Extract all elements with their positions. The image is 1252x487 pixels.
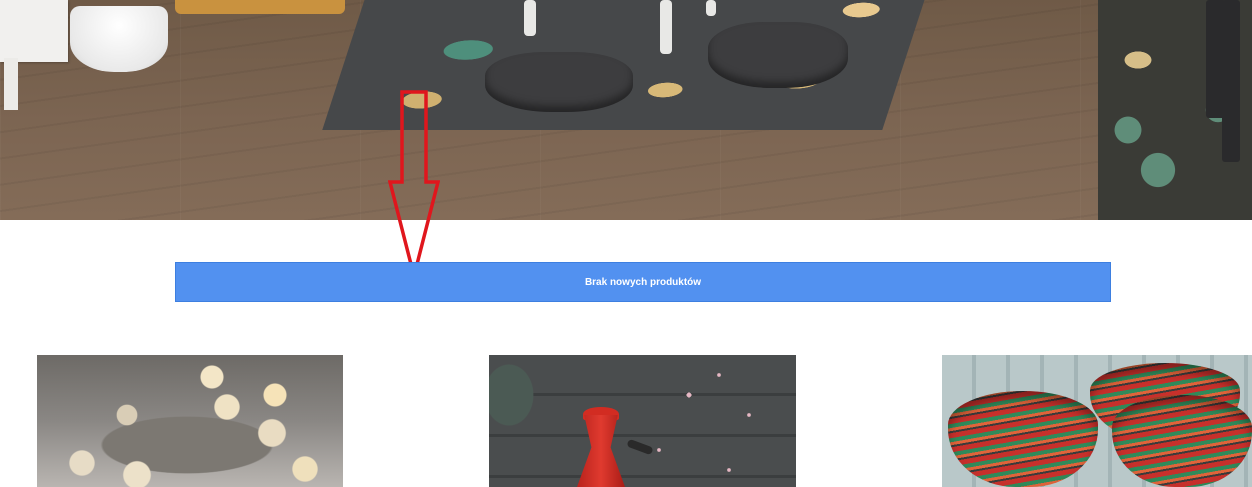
category-tile-baskets[interactable] [942, 355, 1252, 487]
floor-cushion [485, 52, 633, 112]
no-new-products-button[interactable]: Brak nowych produktów [175, 262, 1111, 302]
floor-cushion [708, 22, 848, 88]
hero-banner-image [0, 0, 1252, 220]
cabinet-leg [4, 58, 18, 110]
coffee-pot [577, 415, 625, 487]
chair-leg [524, 0, 536, 36]
page: Brak nowych produktów [0, 0, 1252, 487]
table-leg [1222, 0, 1240, 162]
coffee-pot-handle [626, 438, 654, 456]
category-tile-lights[interactable] [37, 355, 343, 487]
category-tile-coffee[interactable] [489, 355, 796, 487]
no-new-products-label: Brak nowych produktów [584, 276, 702, 288]
down-arrow-icon [388, 90, 440, 277]
chair-leg [660, 0, 672, 54]
plant-pot [70, 6, 168, 72]
chair-leg [706, 0, 716, 16]
sofa-edge [175, 0, 345, 14]
cabinet [0, 0, 68, 62]
